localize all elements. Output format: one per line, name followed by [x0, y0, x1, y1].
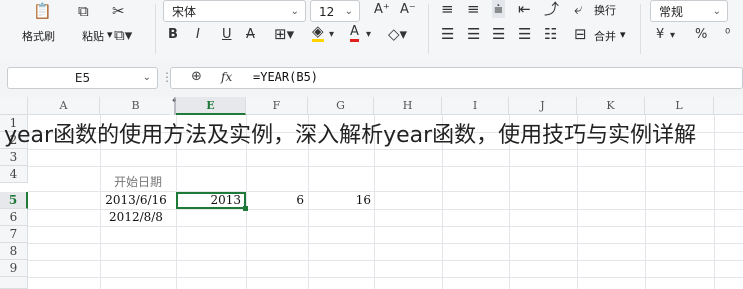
column-header-e[interactable]: E: [176, 97, 246, 115]
clipboard-icon[interactable]: 📋: [33, 2, 52, 20]
merge-button[interactable]: 合并: [594, 28, 616, 44]
gridline: [28, 166, 743, 167]
column-header-h[interactable]: H: [374, 97, 442, 115]
fill-color-icon[interactable]: ◈: [312, 24, 324, 42]
bold-button[interactable]: B: [168, 26, 178, 44]
column-header-g[interactable]: G: [308, 97, 374, 115]
chevron-down-icon: ⌄: [344, 6, 353, 17]
orientation-icon[interactable]: ⤴: [544, 0, 559, 18]
align-bottom-icon[interactable]: ⩧: [492, 0, 505, 18]
column-header-next[interactable]: [714, 97, 743, 115]
cell-e5[interactable]: 2013: [176, 192, 246, 209]
formula-text: =YEAR(B5): [253, 70, 319, 84]
font-name-select[interactable]: 宋体 ⌄: [163, 0, 306, 22]
column-header-l[interactable]: L: [645, 97, 714, 115]
wrap-text-button[interactable]: 换行: [594, 2, 616, 18]
gridline: [28, 260, 743, 261]
row-header-10[interactable]: [0, 277, 28, 289]
gridline: [28, 226, 743, 227]
copy-icon[interactable]: ⧉: [78, 2, 89, 20]
row-header-5[interactable]: 5: [0, 192, 28, 209]
thousands-separator-icon[interactable]: ⁰: [725, 26, 730, 44]
ribbon-separator: [640, 4, 641, 54]
increase-font-icon[interactable]: A⁺: [374, 1, 390, 19]
chevron-down-icon: ⌄: [142, 72, 151, 83]
format-painter-button[interactable]: 格式刷: [22, 28, 55, 44]
align-right-icon[interactable]: ☰: [492, 25, 505, 43]
underline-button[interactable]: U: [222, 26, 232, 44]
border-icon[interactable]: ⊞▾: [274, 25, 294, 43]
font-size-value: 12: [319, 5, 335, 19]
font-color-dropdown-icon[interactable]: ▾: [366, 26, 371, 44]
name-box[interactable]: E5 ⌄: [7, 67, 158, 89]
cut-icon[interactable]: ✂: [112, 2, 125, 20]
overlay-caption: year函数的使用方法及实例，深入解析year函数，使用技巧与实例详解: [4, 123, 697, 148]
zoom-icon[interactable]: ⊕: [191, 69, 202, 84]
paste-dropdown-icon[interactable]: ▾: [107, 28, 113, 41]
column-header-k[interactable]: K: [577, 97, 645, 115]
ribbon-separator: [155, 4, 156, 54]
cell-g5[interactable]: 16: [308, 192, 371, 209]
cell-b6[interactable]: 2012/8/8: [100, 209, 172, 226]
gridline: [28, 277, 743, 278]
number-format-select[interactable]: 常规 ⌄: [650, 0, 728, 22]
currency-button[interactable]: ¥: [656, 26, 664, 44]
strikethrough-icon[interactable]: A: [246, 26, 255, 44]
indent-decrease-icon[interactable]: ⇤: [518, 0, 531, 18]
merge-icon[interactable]: ⊟: [574, 25, 587, 43]
row-header-3[interactable]: 3: [0, 149, 28, 166]
currency-dropdown-icon[interactable]: ▾: [670, 27, 675, 45]
ribbon-separator: [428, 4, 429, 54]
row-header-9[interactable]: 9: [0, 260, 28, 277]
number-format-value: 常规: [659, 5, 684, 19]
cell-f5[interactable]: 6: [246, 192, 304, 209]
justify-icon[interactable]: ☰: [518, 25, 531, 43]
align-left-icon[interactable]: ☰: [441, 25, 454, 43]
paste-button[interactable]: 粘贴: [82, 28, 104, 44]
fill-color-dropdown-icon[interactable]: ▾: [329, 26, 334, 44]
distributed-icon[interactable]: ☷: [544, 25, 557, 43]
merge-dropdown-icon[interactable]: ▾: [620, 28, 626, 41]
ribbon-toolbar: 📋 ⧉ ✂ 格式刷 粘贴 ▾ ⧉▾ 宋体 ⌄ 12 ⌄ A⁺ A⁻ B I U …: [0, 0, 743, 60]
row-header-4[interactable]: 4: [0, 166, 28, 183]
column-header-j[interactable]: J: [509, 97, 577, 115]
cell-b4[interactable]: 开始日期: [114, 174, 162, 191]
select-all-corner[interactable]: [0, 97, 28, 115]
row-header-7[interactable]: 7: [0, 226, 28, 243]
row-header-8[interactable]: 8: [0, 243, 28, 260]
cell-b5[interactable]: 2013/6/16: [100, 192, 172, 209]
font-color-icon[interactable]: A: [350, 24, 359, 42]
chevron-down-icon: ⌄: [712, 6, 721, 17]
chevron-down-icon: ⌄: [290, 6, 299, 17]
italic-button[interactable]: I: [196, 26, 200, 44]
percent-button[interactable]: %: [695, 26, 707, 44]
align-middle-icon[interactable]: ≡: [467, 0, 480, 18]
column-header-i[interactable]: I: [442, 97, 509, 115]
gridline: [28, 243, 743, 244]
align-top-icon[interactable]: ≡: [441, 0, 454, 18]
formula-input[interactable]: ⊕ fx =YEAR(B5): [170, 67, 743, 89]
align-center-icon[interactable]: ☰: [467, 25, 480, 43]
font-size-select[interactable]: 12 ⌄: [310, 0, 360, 22]
column-header-f[interactable]: F: [246, 97, 308, 115]
column-header-a[interactable]: A: [28, 97, 100, 115]
paste-special-icon[interactable]: ⧉▾: [114, 26, 132, 44]
clear-format-icon[interactable]: ◇▾: [388, 25, 407, 43]
row-header-6[interactable]: 6: [0, 209, 28, 226]
decrease-font-icon[interactable]: A⁻: [400, 1, 416, 19]
font-name-value: 宋体: [172, 5, 197, 19]
column-header-b[interactable]: B: [100, 97, 172, 115]
name-box-value: E5: [74, 71, 91, 85]
wrap-text-icon[interactable]: ⤶: [574, 0, 582, 18]
fx-icon[interactable]: fx: [221, 70, 232, 84]
